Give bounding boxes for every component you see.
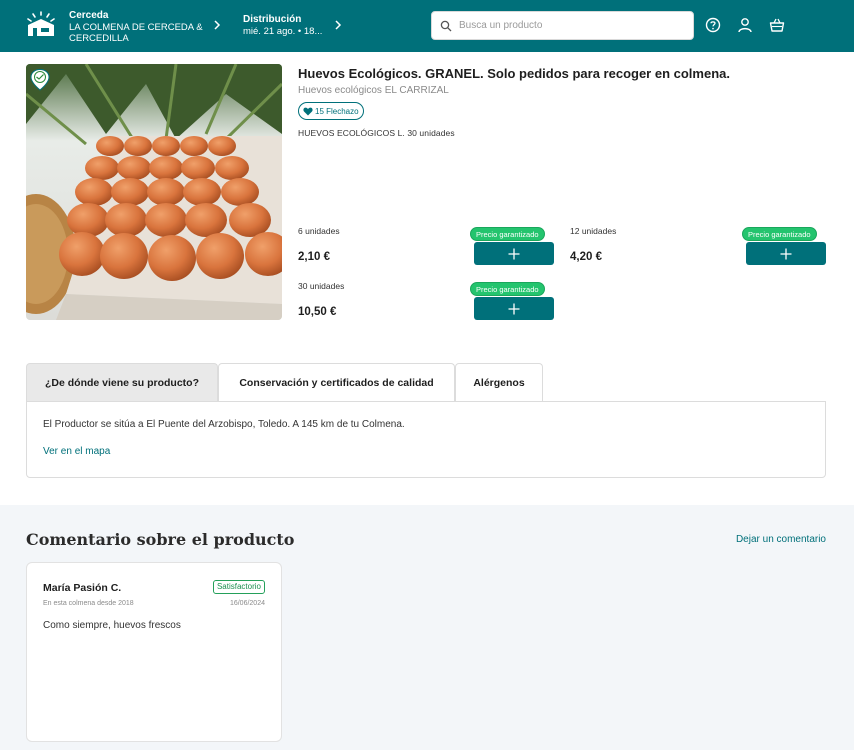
like-count: 15 Flechazo	[315, 106, 359, 116]
like-button[interactable]: 15 Flechazo	[298, 102, 364, 120]
option-label: 6 unidades	[298, 226, 340, 236]
option-label: 12 unidades	[570, 226, 617, 236]
option-price: 4,20 €	[570, 251, 602, 263]
guarantee-badge: Precio garantizado	[470, 282, 545, 296]
eco-certified-icon	[30, 69, 50, 91]
tab-conservation[interactable]: Conservación y certificados de calidad	[218, 363, 455, 402]
add-to-cart-button[interactable]	[746, 242, 826, 265]
distribution-selector[interactable]: Distribución mié. 21 ago. • 18...	[243, 14, 333, 38]
tab-origin[interactable]: ¿De dónde viene su producto?	[26, 363, 218, 402]
chevron-right-icon[interactable]	[213, 19, 221, 31]
product-image	[26, 64, 282, 320]
option-label: 30 unidades	[298, 281, 345, 291]
comment-text: Como siempre, huevos frescos	[43, 620, 181, 631]
heart-icon	[303, 107, 313, 115]
help-icon[interactable]	[705, 17, 721, 33]
guarantee-badge: Precio garantizado	[470, 227, 545, 241]
leave-comment-link[interactable]: Dejar un comentario	[736, 534, 826, 545]
option-price: 10,50 €	[298, 306, 337, 318]
basket-icon[interactable]	[769, 17, 785, 33]
add-to-cart-button[interactable]	[474, 242, 554, 265]
comments-section: Comentario sobre el producto Dejar un co…	[0, 505, 854, 750]
hive-title: Cerceda	[69, 10, 109, 21]
map-link[interactable]: Ver en el mapa	[43, 446, 110, 457]
user-icon[interactable]	[737, 17, 753, 33]
tab-panel: El Productor se sitúa a El Puente del Ar…	[26, 401, 826, 478]
search-icon	[440, 20, 452, 32]
logo-hive-icon[interactable]	[26, 11, 56, 37]
comments-title: Comentario sobre el producto	[26, 530, 295, 549]
distribution-title: Distribución	[243, 14, 302, 25]
producer-name[interactable]: Huevos ecológicos EL CARRIZAL	[298, 85, 449, 96]
top-navbar: Cerceda LA COLMENA DE CERCEDA & CERCEDIL…	[0, 0, 854, 52]
hive-selector[interactable]: Cerceda LA COLMENA DE CERCEDA & CERCEDIL…	[69, 10, 209, 44]
guarantee-badge: Precio garantizado	[742, 227, 817, 241]
hive-name: LA COLMENA DE CERCEDA & CERCEDILLA	[69, 22, 203, 44]
plus-icon	[780, 248, 792, 259]
distribution-date: mié. 21 ago. • 18...	[243, 26, 323, 37]
rating-badge: Satisfactorio	[212, 580, 265, 594]
tab-allergens[interactable]: Alérgenos	[455, 363, 543, 402]
product-title: Huevos Ecológicos. GRANEL. Solo pedidos …	[298, 66, 730, 81]
member-since: En esta colmena desde 2018	[43, 600, 134, 607]
comment-author: María Pasión C.	[43, 582, 122, 594]
chevron-right-icon[interactable]	[334, 19, 342, 31]
plus-icon	[508, 303, 520, 314]
comment-card: María Pasión C. Satisfactorio En esta co…	[26, 562, 282, 742]
option-price: 2,10 €	[298, 251, 330, 263]
search-input[interactable]	[459, 17, 684, 34]
product-description: HUEVOS ECOLÓGICOS L. 30 unidades	[298, 128, 455, 138]
comment-date: 16/06/2024	[229, 600, 265, 607]
origin-text: El Productor se sitúa a El Puente del Ar…	[43, 419, 405, 430]
search-box[interactable]	[431, 11, 694, 40]
plus-icon	[508, 248, 520, 259]
add-to-cart-button[interactable]	[474, 297, 554, 320]
